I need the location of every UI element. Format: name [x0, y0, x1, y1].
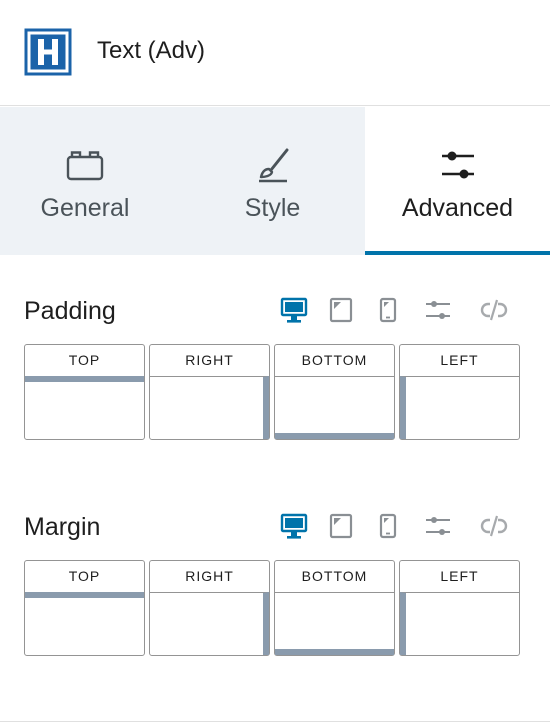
padding-top-input[interactable] — [25, 376, 144, 439]
tablet-icon[interactable] — [325, 510, 357, 542]
margin-top-box: TOP — [24, 560, 145, 656]
margin-right-input[interactable] — [150, 592, 269, 655]
margin-left-input[interactable] — [400, 592, 519, 655]
unlink-icon[interactable] — [478, 294, 510, 326]
padding-left-label: LEFT — [440, 352, 479, 368]
mobile-icon[interactable] — [372, 294, 404, 326]
margin-device-switcher — [278, 510, 518, 542]
padding-bottom-box: BOTTOM — [274, 344, 395, 440]
margin-left-label: LEFT — [440, 568, 479, 584]
padding-left-box: LEFT — [399, 344, 520, 440]
padding-bottom-input[interactable] — [275, 376, 394, 439]
tab-style[interactable]: Style — [185, 107, 360, 255]
padding-inputs: TOP RIGHT BOTTOM LEFT — [24, 344, 521, 440]
tab-style-label: Style — [244, 194, 301, 222]
padding-top-box: TOP — [24, 344, 145, 440]
block-title: Text (Adv) — [97, 37, 206, 64]
padding-right-input[interactable] — [150, 376, 269, 439]
tab-general-label: General — [40, 194, 130, 222]
settings-sliders-icon[interactable] — [422, 294, 454, 326]
padding-right-label: RIGHT — [185, 352, 234, 368]
padding-left-input[interactable] — [400, 376, 519, 439]
desktop-icon[interactable] — [278, 294, 310, 326]
margin-right-box: RIGHT — [149, 560, 270, 656]
margin-inputs: TOP RIGHT BOTTOM LEFT — [24, 560, 521, 656]
margin-bottom-input[interactable] — [275, 592, 394, 655]
desktop-icon[interactable] — [278, 510, 310, 542]
margin-top-input[interactable] — [25, 592, 144, 655]
unlink-icon[interactable] — [478, 510, 510, 542]
margin-left-box: LEFT — [399, 560, 520, 656]
brush-icon — [258, 148, 288, 183]
padding-title: Padding — [24, 297, 116, 325]
tab-advanced[interactable]: Advanced — [365, 107, 550, 255]
settings-sliders-icon[interactable] — [422, 510, 454, 542]
sliders-icon — [441, 151, 474, 179]
section-divider — [0, 721, 550, 722]
mobile-icon[interactable] — [372, 510, 404, 542]
margin-bottom-label: BOTTOM — [301, 568, 368, 584]
margin-right-label: RIGHT — [185, 568, 234, 584]
briefcase-icon — [66, 151, 104, 181]
tab-general[interactable]: General — [0, 107, 170, 255]
tablet-icon[interactable] — [325, 294, 357, 326]
margin-bottom-box: BOTTOM — [274, 560, 395, 656]
margin-title: Margin — [24, 513, 101, 541]
margin-top-label: TOP — [68, 568, 101, 584]
panel-tabs: General Style Advanced — [0, 107, 550, 255]
block-header: Text (Adv) — [0, 0, 550, 106]
padding-right-box: RIGHT — [149, 344, 270, 440]
heading-h-icon — [24, 28, 72, 76]
padding-device-switcher — [278, 294, 518, 326]
padding-top-label: TOP — [68, 352, 101, 368]
tab-advanced-label: Advanced — [401, 194, 514, 222]
padding-bottom-label: BOTTOM — [301, 352, 368, 368]
